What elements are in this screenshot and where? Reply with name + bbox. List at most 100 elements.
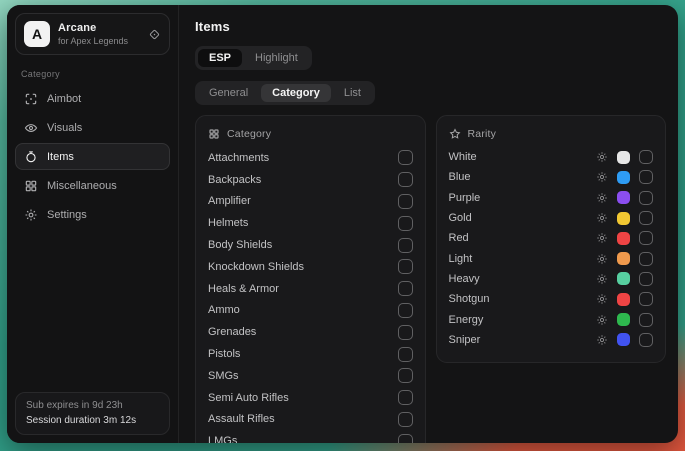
checkbox[interactable] xyxy=(639,191,653,205)
checkbox[interactable] xyxy=(398,194,413,209)
checkbox[interactable] xyxy=(639,170,653,184)
gear-icon[interactable] xyxy=(596,253,608,265)
sidebar-item-visuals[interactable]: Visuals xyxy=(15,114,170,141)
checkbox[interactable] xyxy=(398,172,413,187)
eye-icon xyxy=(24,121,38,135)
rarity-label: Light xyxy=(449,253,473,265)
category-label: Knockdown Shields xyxy=(208,261,304,273)
rarity-row-light: Light xyxy=(449,248,654,268)
gear-icon[interactable] xyxy=(596,273,608,285)
color-swatch[interactable] xyxy=(617,151,630,164)
rarity-label: Heavy xyxy=(449,273,480,285)
rarity-row-red: Red xyxy=(449,228,654,248)
category-label: Pistols xyxy=(208,348,240,360)
app-window: A Arcane for Apex Legends Category Aimbo… xyxy=(7,5,678,443)
color-swatch[interactable] xyxy=(617,252,630,265)
sidebar: A Arcane for Apex Legends Category Aimbo… xyxy=(7,5,179,443)
sidebar-item-settings[interactable]: Settings xyxy=(15,201,170,228)
color-swatch[interactable] xyxy=(617,333,630,346)
gear-icon[interactable] xyxy=(596,232,608,244)
category-label: Amplifier xyxy=(208,195,251,207)
color-swatch[interactable] xyxy=(617,272,630,285)
category-row-lmgs: LMGs xyxy=(208,430,413,443)
rarity-controls xyxy=(596,150,653,164)
rarity-label: Shotgun xyxy=(449,293,490,305)
category-row-ammo: Ammo xyxy=(208,300,413,322)
checkbox[interactable] xyxy=(398,216,413,231)
category-label: Helmets xyxy=(208,217,248,229)
rarity-label: Blue xyxy=(449,171,471,183)
category-panel-title: Category xyxy=(227,128,271,140)
mode-highlight[interactable]: Highlight xyxy=(244,49,309,67)
gear-icon[interactable] xyxy=(596,293,608,305)
category-row-smgs: SMGs xyxy=(208,365,413,387)
gear-icon[interactable] xyxy=(596,192,608,204)
checkbox[interactable] xyxy=(639,211,653,225)
category-row-knockdown-shields: Knockdown Shields xyxy=(208,256,413,278)
diamond-icon[interactable] xyxy=(148,28,161,41)
rarity-controls xyxy=(596,231,653,245)
category-row-grenades: Grenades xyxy=(208,321,413,343)
main-content: Items ESPHighlight GeneralCategoryList C… xyxy=(179,5,678,443)
color-swatch[interactable] xyxy=(617,293,630,306)
grid-icon xyxy=(208,128,220,140)
color-swatch[interactable] xyxy=(617,313,630,326)
gear-icon[interactable] xyxy=(596,151,608,163)
category-panel-header: Category xyxy=(208,128,413,140)
rarity-label: Sniper xyxy=(449,334,481,346)
checkbox[interactable] xyxy=(398,434,413,443)
checkbox[interactable] xyxy=(398,303,413,318)
sidebar-item-aimbot[interactable]: Aimbot xyxy=(15,85,170,112)
mode-toggle: ESPHighlight xyxy=(195,46,312,70)
app-subtitle: for Apex Legends xyxy=(58,36,140,46)
category-row-heals-armor: Heals & Armor xyxy=(208,278,413,300)
gear-icon[interactable] xyxy=(596,171,608,183)
category-list: Attachments Backpacks Amplifier Helmets … xyxy=(208,147,413,443)
checkbox[interactable] xyxy=(398,368,413,383)
category-label: LMGs xyxy=(208,435,237,443)
color-swatch[interactable] xyxy=(617,171,630,184)
checkbox[interactable] xyxy=(398,259,413,274)
checkbox[interactable] xyxy=(398,390,413,405)
checkbox[interactable] xyxy=(398,150,413,165)
desktop-background: A Arcane for Apex Legends Category Aimbo… xyxy=(0,0,685,451)
category-label: Ammo xyxy=(208,304,240,316)
mode-esp[interactable]: ESP xyxy=(198,49,242,67)
gear-icon[interactable] xyxy=(596,314,608,326)
rarity-row-purple: Purple xyxy=(449,188,654,208)
rarity-controls xyxy=(596,272,653,286)
checkbox[interactable] xyxy=(398,325,413,340)
category-label: Backpacks xyxy=(208,174,261,186)
checkbox[interactable] xyxy=(639,252,653,266)
tab-category[interactable]: Category xyxy=(261,84,331,102)
panels-row: Category Attachments Backpacks Amplifier… xyxy=(195,115,666,443)
category-label: Assault Rifles xyxy=(208,413,275,425)
gear-icon[interactable] xyxy=(596,212,608,224)
checkbox[interactable] xyxy=(398,281,413,296)
checkbox[interactable] xyxy=(639,272,653,286)
checkbox[interactable] xyxy=(639,231,653,245)
tab-general[interactable]: General xyxy=(198,84,259,102)
color-swatch[interactable] xyxy=(617,232,630,245)
rarity-panel-title: Rarity xyxy=(468,128,497,140)
checkbox[interactable] xyxy=(398,238,413,253)
checkbox[interactable] xyxy=(398,347,413,362)
category-label: Grenades xyxy=(208,326,256,338)
gear-icon[interactable] xyxy=(596,334,608,346)
checkbox[interactable] xyxy=(398,412,413,427)
checkbox[interactable] xyxy=(639,333,653,347)
checkbox[interactable] xyxy=(639,150,653,164)
rarity-label: Red xyxy=(449,232,469,244)
sidebar-item-miscellaneous[interactable]: Miscellaneous xyxy=(15,172,170,199)
app-logo: A xyxy=(24,21,50,47)
tab-list[interactable]: List xyxy=(333,84,372,102)
checkbox[interactable] xyxy=(639,292,653,306)
category-label: Attachments xyxy=(208,152,269,164)
category-row-pistols: Pistols xyxy=(208,343,413,365)
sidebar-item-items[interactable]: Items xyxy=(15,143,170,170)
color-swatch[interactable] xyxy=(617,191,630,204)
category-row-amplifier: Amplifier xyxy=(208,191,413,213)
checkbox[interactable] xyxy=(639,313,653,327)
rarity-row-white: White xyxy=(449,147,654,167)
color-swatch[interactable] xyxy=(617,212,630,225)
